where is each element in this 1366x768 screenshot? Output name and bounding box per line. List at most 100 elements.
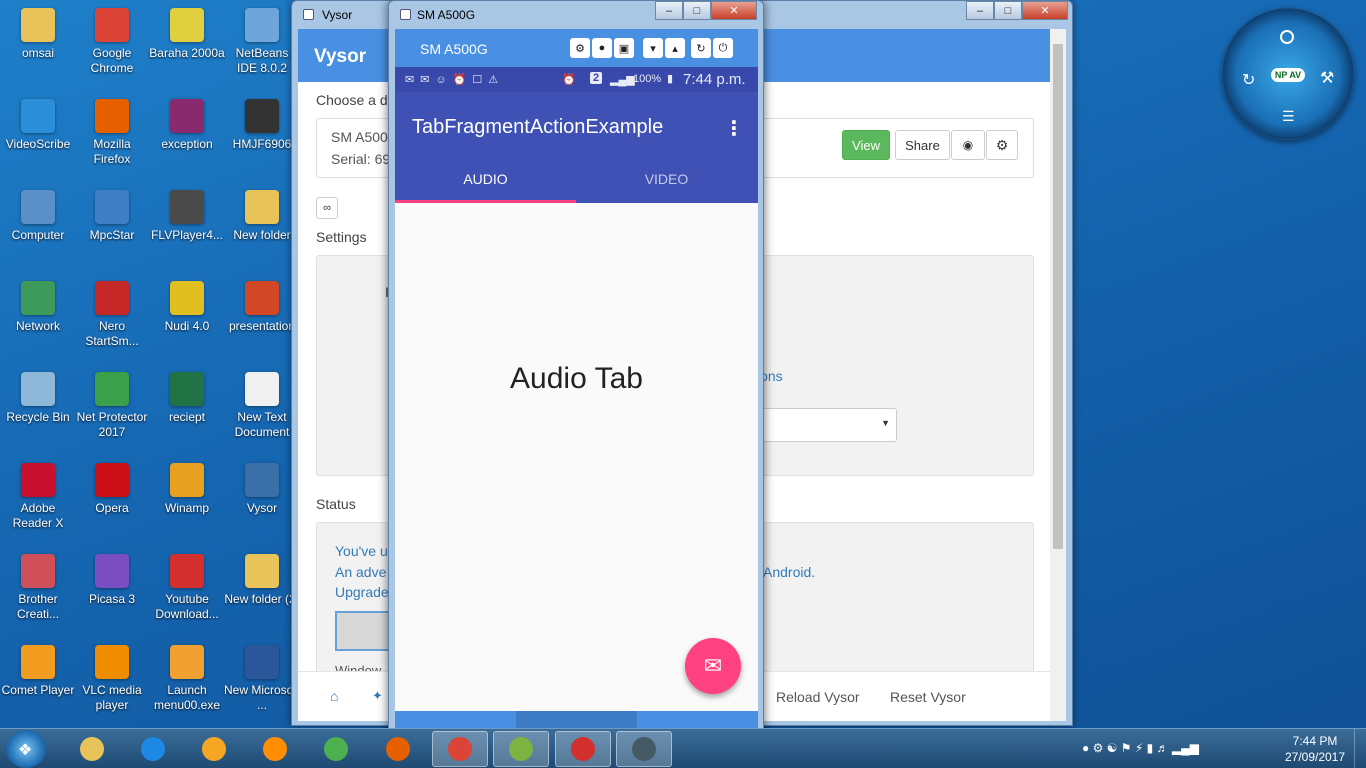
tab-video[interactable]: VIDEO: [576, 164, 757, 203]
desktop-icon[interactable]: Net Protector 2017: [74, 372, 150, 440]
phone-titlebar[interactable]: SM A500G – □ ✕: [389, 1, 763, 27]
media-icon: [263, 737, 287, 761]
phone-close-button[interactable]: ✕: [711, 1, 757, 20]
settings-icon[interactable]: ⚙: [570, 38, 590, 58]
desktop-icon-label: MpcStar: [89, 228, 135, 242]
search-icon[interactable]: [1280, 30, 1294, 44]
device-settings-button[interactable]: ⚙: [986, 130, 1018, 160]
link-button[interactable]: ∞: [316, 197, 338, 219]
twitter-icon[interactable]: ✦: [372, 688, 383, 704]
share-button[interactable]: Share: [895, 130, 950, 160]
firefox-icon: [386, 737, 410, 761]
settings-select[interactable]: ▼: [757, 408, 897, 442]
power-icon[interactable]: ⏻: [713, 38, 733, 58]
desktop-icon-label: New folder (2): [224, 592, 300, 606]
phone-maximize-button[interactable]: □: [683, 1, 711, 20]
desktop-icon-label: Winamp: [164, 501, 209, 515]
desktop-icon[interactable]: VLC media player: [74, 645, 150, 713]
volume-down-icon[interactable]: ▾: [643, 38, 663, 58]
taskbar-item[interactable]: [370, 731, 426, 767]
mail-fab[interactable]: ✉: [685, 638, 741, 694]
desktop-icon[interactable]: Mozilla Firefox: [74, 99, 150, 167]
desktop-icon[interactable]: Baraha 2000a: [149, 8, 225, 61]
reload-link[interactable]: Reload Vysor: [776, 689, 860, 705]
close-button[interactable]: ✕: [1022, 1, 1068, 20]
minimize-button[interactable]: –: [966, 1, 994, 20]
gear-icon: ⚙: [995, 136, 1009, 153]
view-button[interactable]: View: [842, 130, 890, 160]
desktop-icon[interactable]: New Microsoft ...: [224, 645, 300, 713]
scroll-thumb[interactable]: [1053, 44, 1063, 549]
show-desktop-button[interactable]: [1354, 729, 1366, 768]
desktop-icon-label: Opera: [95, 501, 129, 515]
desktop-icon[interactable]: Vysor: [224, 463, 300, 516]
taskbar-item[interactable]: [616, 731, 672, 767]
desktop-icon[interactable]: FLVPlayer4...: [149, 190, 225, 243]
desktop-icon[interactable]: Computer: [0, 190, 76, 243]
desktop-icon[interactable]: Adobe Reader X: [0, 463, 76, 531]
taskbar-item[interactable]: [432, 731, 488, 767]
desktop-icon[interactable]: Nudi 4.0: [149, 281, 225, 334]
system-clock[interactable]: 7:44 PM 27/09/2017: [1280, 733, 1350, 765]
overflow-menu-icon[interactable]: ⋮: [724, 116, 744, 141]
clock-date: 27/09/2017: [1284, 750, 1346, 764]
desktop-icon[interactable]: New folder: [224, 190, 300, 243]
text-document-icon: [245, 372, 279, 406]
desktop-icon[interactable]: MpcStar: [74, 190, 150, 243]
maximize-button[interactable]: □: [994, 1, 1022, 20]
taskbar-item[interactable]: [247, 731, 303, 767]
reset-link[interactable]: Reset Vysor: [890, 689, 966, 705]
desktop-icon-label: Vysor: [246, 501, 278, 515]
desktop-icon[interactable]: omsai: [0, 8, 76, 61]
phone-minimize-button[interactable]: –: [655, 1, 683, 20]
desktop-icon[interactable]: Network: [0, 281, 76, 334]
npav-gadget[interactable]: ↻ ⚒ ☰ NP AV: [1222, 8, 1354, 140]
rotate-icon[interactable]: ↻: [691, 38, 711, 58]
desktop-icon[interactable]: Nero StartSm...: [74, 281, 150, 349]
camera-icon[interactable]: ▣: [614, 38, 634, 58]
desktop-icon[interactable]: NetBeans IDE 8.0.2: [224, 8, 300, 76]
battery-percent: 100%: [633, 73, 662, 85]
volume-up-icon[interactable]: ▴: [665, 38, 685, 58]
tab-audio[interactable]: AUDIO: [395, 164, 576, 203]
tray-icons[interactable]: ● ⚙ ☯ ⚑ ⚡ ▮ ♬ ▂▄▆: [1082, 741, 1199, 755]
wrench-icon[interactable]: ⚒: [1320, 68, 1334, 88]
desktop-icon[interactable]: Recycle Bin: [0, 372, 76, 425]
wifi-button[interactable]: ◉: [951, 130, 985, 160]
taskbar-item[interactable]: [186, 731, 242, 767]
desktop-icon[interactable]: Youtube Download...: [149, 554, 225, 622]
phone-screen[interactable]: SM A500G ⚙ ● ▣ ▾ ▴ ↻ ⏻ ✉✉☺⏰☐⚠ ⏰ 2 ▂▄▆ 10…: [395, 29, 758, 741]
desktop-icon[interactable]: Opera: [74, 463, 150, 516]
taskbar-item[interactable]: [493, 731, 549, 767]
taskbar-item[interactable]: [555, 731, 611, 767]
desktop-icon[interactable]: New Text Document: [224, 372, 300, 440]
desktop-icon-label: New folder: [233, 228, 291, 242]
list-icon[interactable]: ☰: [1282, 108, 1295, 125]
desktop-icon[interactable]: VideoScribe: [0, 99, 76, 152]
desktop-icon[interactable]: Brother Creati...: [0, 554, 76, 622]
desktop-icon[interactable]: Comet Player: [0, 645, 76, 698]
desktop-icon[interactable]: Launch menu00.exe: [149, 645, 225, 713]
desktop-icon[interactable]: New folder (2): [224, 554, 300, 607]
home-icon[interactable]: ⌂: [330, 688, 338, 704]
taskbar-item[interactable]: [125, 731, 181, 767]
desktop-icon[interactable]: Winamp: [149, 463, 225, 516]
desktop-icon[interactable]: reciept: [149, 372, 225, 425]
word-icon: [245, 645, 279, 679]
desktop-icon[interactable]: Picasa 3: [74, 554, 150, 607]
vysor-scrollbar[interactable]: [1050, 29, 1066, 721]
desktop-icon[interactable]: HMJF6906: [224, 99, 300, 152]
app-title: TabFragmentActionExample: [412, 116, 664, 138]
start-button[interactable]: ❖: [6, 730, 46, 768]
refresh-icon[interactable]: ↻: [1242, 70, 1255, 90]
desktop-icon[interactable]: Google Chrome: [74, 8, 150, 76]
android-studio-icon: [509, 737, 533, 761]
upgrade-link[interactable]: Upgrade: [335, 584, 389, 600]
taskbar-item[interactable]: [64, 731, 120, 767]
desktop-icon[interactable]: exception: [149, 99, 225, 152]
desktop-icon[interactable]: presentation: [224, 281, 300, 334]
phone-window[interactable]: SM A500G – □ ✕ SM A500G ⚙ ● ▣ ▾ ▴ ↻ ⏻ ✉✉…: [388, 0, 764, 741]
taskbar-item[interactable]: [308, 731, 364, 767]
status-thumbnail: [335, 611, 391, 651]
record-icon[interactable]: ●: [592, 38, 612, 58]
